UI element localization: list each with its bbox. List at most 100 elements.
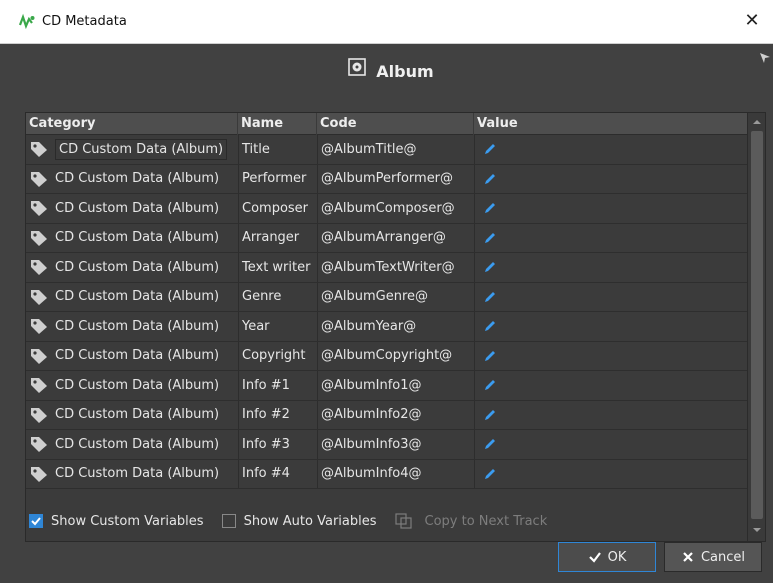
value-cell[interactable]: [474, 400, 748, 429]
category-cell[interactable]: CD Custom Data (Album): [26, 224, 238, 253]
value-cell[interactable]: [474, 312, 748, 341]
section-title: Album: [376, 61, 434, 81]
value-cell[interactable]: [474, 194, 748, 223]
table-row[interactable]: CD Custom Data (Album) Info #2 @AlbumInfo2…: [26, 400, 748, 430]
code-cell[interactable]: @AlbumInfo3@: [317, 430, 474, 459]
column-header-value[interactable]: Value: [474, 113, 748, 135]
name-cell[interactable]: Text writer: [238, 253, 317, 282]
table-row[interactable]: CD Custom Data (Album) Genre @AlbumGenre@: [26, 282, 748, 312]
pencil-icon[interactable]: [483, 378, 497, 392]
code-cell[interactable]: @AlbumInfo2@: [317, 400, 474, 429]
code-cell[interactable]: @AlbumTitle@: [317, 135, 474, 164]
value-cell[interactable]: [474, 282, 748, 311]
name-cell[interactable]: Info #1: [238, 371, 317, 400]
category-cell[interactable]: CD Custom Data (Album): [26, 401, 238, 430]
name-cell[interactable]: Genre: [238, 282, 317, 311]
column-header-code[interactable]: Code: [317, 113, 474, 135]
category-cell[interactable]: CD Custom Data (Album): [26, 430, 238, 459]
name-cell[interactable]: Info #4: [238, 459, 317, 488]
tag-icon: [31, 319, 47, 335]
table-row[interactable]: CD Custom Data (Album) Title @AlbumTitle@: [26, 135, 748, 165]
code-cell[interactable]: @AlbumPerformer@: [317, 164, 474, 193]
category-cell[interactable]: CD Custom Data (Album): [26, 460, 238, 489]
name-cell[interactable]: Arranger: [238, 223, 317, 252]
table-row[interactable]: CD Custom Data (Album) Info #1 @AlbumInfo1…: [26, 371, 748, 401]
category-label: CD Custom Data (Album): [55, 348, 220, 364]
category-label: CD Custom Data (Album): [55, 230, 220, 246]
code-cell[interactable]: @AlbumYear@: [317, 312, 474, 341]
name-cell[interactable]: Performer: [238, 164, 317, 193]
show-custom-variables-checkbox[interactable]: [29, 514, 43, 528]
name-cell[interactable]: Composer: [238, 194, 317, 223]
show-auto-variables-label[interactable]: Show Auto Variables: [244, 514, 377, 529]
name-cell[interactable]: Info #3: [238, 430, 317, 459]
value-cell[interactable]: [474, 430, 748, 459]
pencil-icon[interactable]: [483, 437, 497, 451]
table-row[interactable]: CD Custom Data (Album) Info #3 @AlbumInfo3…: [26, 430, 748, 460]
name-cell[interactable]: Year: [238, 312, 317, 341]
copy-to-next-track-button[interactable]: Copy to Next Track: [425, 514, 548, 529]
code-cell[interactable]: @AlbumTextWriter@: [317, 253, 474, 282]
category-cell[interactable]: CD Custom Data (Album): [26, 135, 238, 164]
ok-button[interactable]: OK: [558, 542, 656, 572]
pencil-icon[interactable]: [483, 201, 497, 215]
pencil-icon[interactable]: [483, 408, 497, 422]
category-cell[interactable]: CD Custom Data (Album): [26, 342, 238, 371]
value-cell[interactable]: [474, 371, 748, 400]
tag-icon: [31, 142, 47, 158]
table-row[interactable]: CD Custom Data (Album) Info #4 @AlbumInfo4…: [26, 459, 748, 489]
show-auto-variables-checkbox[interactable]: [221, 514, 236, 528]
table-row[interactable]: CD Custom Data (Album) Arranger @AlbumArra…: [26, 223, 748, 253]
table-row[interactable]: CD Custom Data (Album) Composer @AlbumComp…: [26, 194, 748, 224]
code-cell[interactable]: @AlbumArranger@: [317, 223, 474, 252]
name-cell[interactable]: Info #2: [238, 400, 317, 429]
value-cell[interactable]: [474, 253, 748, 282]
value-cell[interactable]: [474, 341, 748, 370]
pencil-icon[interactable]: [483, 231, 497, 245]
scroll-thumb[interactable]: [751, 131, 763, 519]
scroll-down-arrow-icon[interactable]: [752, 525, 762, 535]
title-bar: CD Metadata ✕: [0, 0, 773, 44]
category-cell[interactable]: CD Custom Data (Album): [26, 253, 238, 282]
tag-icon: [31, 171, 47, 187]
category-cell[interactable]: CD Custom Data (Album): [26, 194, 238, 223]
pencil-icon[interactable]: [483, 467, 497, 481]
name-cell[interactable]: Copyright: [238, 341, 317, 370]
category-cell[interactable]: CD Custom Data (Album): [26, 165, 238, 194]
pencil-icon[interactable]: [483, 319, 497, 333]
category-label: CD Custom Data (Album): [55, 171, 220, 187]
pencil-icon[interactable]: [483, 142, 497, 156]
section-header: Album: [9, 44, 773, 90]
table-row[interactable]: CD Custom Data (Album) Year @AlbumYear@: [26, 312, 748, 342]
category-cell[interactable]: CD Custom Data (Album): [26, 312, 238, 341]
column-header-name[interactable]: Name: [238, 113, 317, 135]
column-header-category[interactable]: Category: [26, 113, 238, 135]
value-cell[interactable]: [474, 135, 748, 164]
checkmark-icon: [31, 517, 41, 526]
show-custom-variables-label[interactable]: Show Custom Variables: [51, 514, 204, 529]
cancel-button[interactable]: Cancel: [664, 542, 762, 572]
category-label: CD Custom Data (Album): [55, 259, 220, 275]
code-cell[interactable]: @AlbumInfo4@: [317, 459, 474, 488]
vertical-scrollbar[interactable]: [747, 113, 765, 541]
category-cell[interactable]: CD Custom Data (Album): [26, 283, 238, 312]
pencil-icon[interactable]: [483, 349, 497, 363]
code-cell[interactable]: @AlbumCopyright@: [317, 341, 474, 370]
name-cell[interactable]: Title: [238, 135, 317, 164]
value-cell[interactable]: [474, 223, 748, 252]
close-icon[interactable]: ✕: [741, 10, 763, 32]
pencil-icon[interactable]: [483, 290, 497, 304]
value-cell[interactable]: [474, 164, 748, 193]
code-cell[interactable]: @AlbumInfo1@: [317, 371, 474, 400]
code-cell[interactable]: @AlbumComposer@: [317, 194, 474, 223]
value-cell[interactable]: [474, 459, 748, 488]
table-row[interactable]: CD Custom Data (Album) Copyright @AlbumCop…: [26, 341, 748, 371]
scroll-up-arrow-icon[interactable]: [752, 117, 762, 127]
category-cell[interactable]: CD Custom Data (Album): [26, 371, 238, 400]
table-row[interactable]: CD Custom Data (Album) Performer @AlbumPer…: [26, 164, 748, 194]
category-label: CD Custom Data (Album): [55, 200, 220, 216]
table-row[interactable]: CD Custom Data (Album) Text writer @AlbumT…: [26, 253, 748, 283]
pencil-icon[interactable]: [483, 260, 497, 274]
code-cell[interactable]: @AlbumGenre@: [317, 282, 474, 311]
pencil-icon[interactable]: [483, 172, 497, 186]
